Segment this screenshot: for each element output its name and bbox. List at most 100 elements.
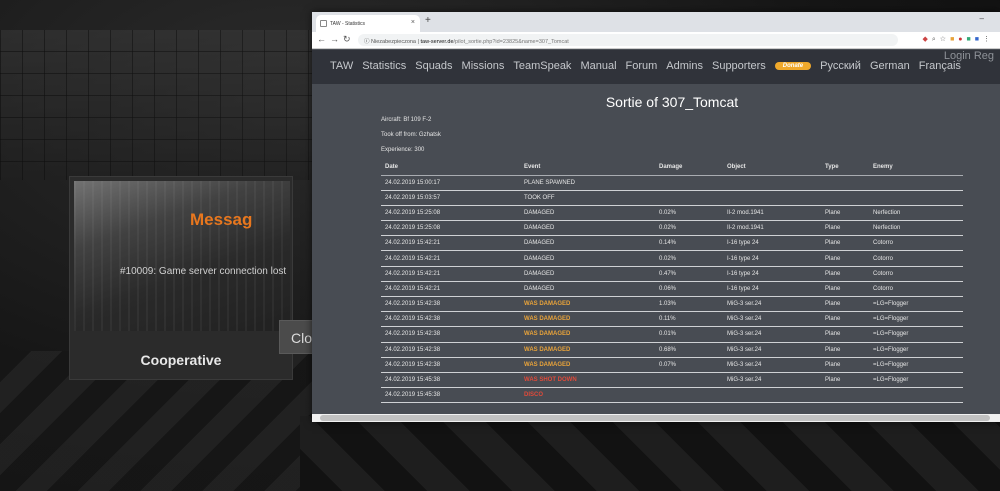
back-icon[interactable]: ← — [317, 34, 326, 44]
nav-item-admins[interactable]: Admins — [666, 60, 703, 72]
cell-enemy[interactable]: Cotorro — [869, 250, 963, 267]
extension-icon[interactable]: ■ — [967, 36, 975, 43]
cell-object[interactable]: I-16 type 24 — [723, 250, 821, 267]
cell-damage — [655, 190, 723, 206]
cell-date: 24.02.2019 15:45:38 — [381, 387, 520, 404]
cell-event: DAMAGED — [520, 250, 655, 267]
scrollbar-thumb[interactable] — [320, 415, 990, 421]
cell-object[interactable]: Il-2 mod.1941 — [723, 205, 821, 222]
cell-type: Plane — [821, 220, 869, 237]
donate-button[interactable]: Donate — [774, 62, 812, 70]
tab-statistics[interactable]: TAW - Statistics × — [316, 15, 420, 32]
cell-enemy[interactable]: =LG=Flogger — [869, 372, 963, 389]
background-tiles — [0, 30, 330, 180]
cell-enemy[interactable]: Nerfection — [869, 205, 963, 222]
cell-damage: 0.68% — [655, 342, 723, 358]
cell-enemy[interactable]: Cotorro — [869, 281, 963, 298]
forward-icon[interactable]: → — [330, 34, 339, 44]
cell-enemy[interactable]: =LG=Flogger — [869, 296, 963, 313]
nav-item-russian[interactable]: Русский — [820, 60, 861, 72]
cell-date: 24.02.2019 15:00:17 — [381, 175, 520, 191]
nav-item-missions[interactable]: Missions — [462, 60, 505, 72]
cell-type — [821, 175, 869, 191]
cell-enemy[interactable] — [869, 175, 963, 191]
browser-toolbar: ← → ↻ ⓘ Niezabezpieczona | taw-server.de… — [312, 32, 1000, 49]
nav-item-taw[interactable]: TAW — [330, 60, 353, 72]
extension-icon[interactable]: ■ — [975, 36, 983, 43]
cell-object[interactable]: I-16 type 24 — [723, 266, 821, 282]
cell-type — [821, 190, 869, 206]
cell-date: 24.02.2019 15:42:21 — [381, 281, 520, 298]
nav-item-supporters[interactable]: Supporters — [712, 60, 766, 72]
tab-strip: TAW - Statistics × + – — [312, 12, 1000, 32]
minimize-button[interactable]: – — [980, 14, 994, 23]
cell-enemy[interactable]: Cotorro — [869, 235, 963, 252]
cell-object[interactable]: MiG-3 ser.24 — [723, 296, 821, 313]
donate-item[interactable]: Donate — [774, 60, 812, 72]
experience-info: Experience: 300 — [381, 147, 425, 153]
cell-enemy[interactable]: =LG=Flogger — [869, 357, 963, 373]
cell-enemy[interactable] — [869, 190, 963, 206]
nav-item-forum[interactable]: Forum — [626, 60, 658, 72]
translate-icon[interactable]: ◆ — [922, 36, 931, 43]
cell-object[interactable]: I-16 type 24 — [723, 281, 821, 298]
info-icon[interactable]: ⓘ — [364, 39, 370, 45]
new-tab-button[interactable]: + — [425, 15, 431, 26]
cell-object[interactable] — [723, 190, 821, 206]
cell-object[interactable]: MiG-3 ser.24 — [723, 357, 821, 373]
cell-enemy[interactable] — [869, 387, 963, 404]
cell-event: WAS DAMAGED — [520, 311, 655, 328]
cell-date: 24.02.2019 15:42:38 — [381, 296, 520, 313]
cell-type: Plane — [821, 205, 869, 222]
close-tab-icon[interactable]: × — [411, 19, 415, 26]
horizontal-scrollbar[interactable] — [312, 414, 1000, 422]
cell-enemy[interactable]: =LG=Flogger — [869, 311, 963, 328]
cell-enemy[interactable]: Cotorro — [869, 266, 963, 282]
star-icon[interactable]: ☆ — [940, 36, 950, 43]
cell-enemy[interactable]: =LG=Flogger — [869, 326, 963, 343]
url-host: taw-server.de — [420, 39, 454, 45]
cell-type: Plane — [821, 266, 869, 282]
cell-object[interactable]: Il-2 mod.1941 — [723, 220, 821, 237]
cell-object[interactable]: MiG-3 ser.24 — [723, 372, 821, 389]
sortie-events-table: Date Event Damage Object Type Enemy 24.0… — [381, 160, 963, 404]
extension-icon[interactable]: ● — [958, 36, 966, 43]
table-row: 24.02.2019 15:25:08 DAMAGED 0.02% Il-2 mod.… — [381, 220, 963, 237]
login-link[interactable]: Login Reg — [944, 50, 994, 62]
nav-item-squads[interactable]: Squads — [415, 60, 452, 72]
reload-icon[interactable]: ↻ — [343, 34, 351, 45]
column-header-type: Type — [821, 160, 869, 176]
column-header-date: Date — [381, 160, 520, 176]
table-row: 24.02.2019 15:42:21 DAMAGED 0.47% I-16 type… — [381, 266, 963, 282]
cell-event: DAMAGED — [520, 235, 655, 252]
search-icon[interactable]: ⌕ — [932, 36, 940, 43]
aircraft-info: Aircraft: Bf 109 F-2 — [381, 117, 432, 123]
page-icon — [320, 20, 327, 27]
cell-type: Plane — [821, 342, 869, 358]
cell-enemy[interactable]: Nerfection — [869, 220, 963, 237]
table-row: 24.02.2019 15:42:38 WAS DAMAGED 0.01% MiG-3… — [381, 326, 963, 343]
nav-item-teamspeak[interactable]: TeamSpeak — [513, 60, 571, 72]
nav-item-german[interactable]: German — [870, 60, 910, 72]
cell-damage: 0.02% — [655, 250, 723, 267]
cell-type: Plane — [821, 357, 869, 373]
cell-enemy[interactable]: =LG=Flogger — [869, 342, 963, 358]
cell-object[interactable]: MiG-3 ser.24 — [723, 326, 821, 343]
cell-date: 24.02.2019 15:42:38 — [381, 326, 520, 343]
address-bar[interactable]: ⓘ Niezabezpieczona | taw-server.de/pilot… — [358, 34, 898, 46]
cell-event: WAS SHOT DOWN — [520, 372, 655, 389]
menu-icon[interactable]: ⋮ — [983, 36, 994, 43]
column-header-event: Event — [520, 160, 655, 176]
cell-damage: 0.47% — [655, 266, 723, 282]
cell-object[interactable]: I-16 type 24 — [723, 235, 821, 252]
cell-event: DAMAGED — [520, 266, 655, 282]
cell-object[interactable] — [723, 175, 821, 191]
cell-object[interactable]: MiG-3 ser.24 — [723, 311, 821, 328]
nav-item-manual[interactable]: Manual — [580, 60, 616, 72]
cell-object[interactable] — [723, 387, 821, 404]
cell-damage — [655, 372, 723, 389]
nav-item-statistics[interactable]: Statistics — [362, 60, 406, 72]
cell-object[interactable]: MiG-3 ser.24 — [723, 342, 821, 358]
cell-event: WAS DAMAGED — [520, 342, 655, 358]
table-row: 24.02.2019 15:25:08 DAMAGED 0.02% Il-2 mod.… — [381, 205, 963, 222]
